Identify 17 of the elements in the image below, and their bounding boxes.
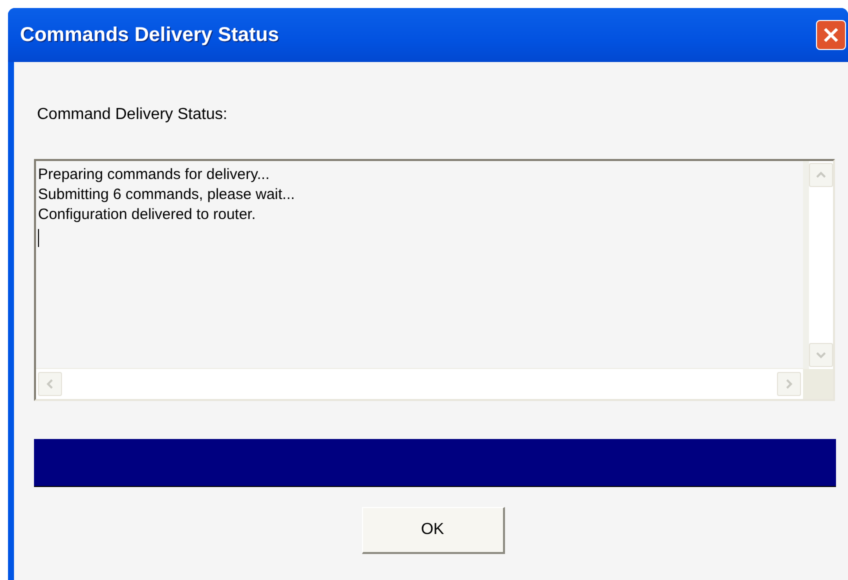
window-title: Commands Delivery Status (20, 24, 279, 46)
scroll-left-button[interactable] (38, 372, 62, 396)
vertical-scrollbar[interactable] (803, 161, 833, 369)
text-cursor (38, 229, 39, 247)
log-line: Configuration delivered to router. (38, 205, 257, 225)
status-label: Command Delivery Status: (37, 106, 228, 124)
scroll-up-button[interactable] (809, 163, 833, 187)
scrollbar-corner (803, 369, 833, 399)
ok-button[interactable]: OK (362, 507, 504, 554)
close-icon (822, 26, 840, 44)
horizontal-scrollbar[interactable] (36, 368, 803, 399)
scroll-right-button[interactable] (777, 372, 801, 396)
scroll-down-button[interactable] (809, 343, 833, 367)
close-button[interactable] (816, 20, 846, 50)
log-line: Preparing commands for delivery... (38, 165, 270, 185)
log-line: Submitting 6 commands, please wait... (38, 185, 296, 205)
log-text-area[interactable]: Preparing commands for delivery... Submitting 6 commands, please wait... Configuration delivered to router. (34, 159, 835, 401)
